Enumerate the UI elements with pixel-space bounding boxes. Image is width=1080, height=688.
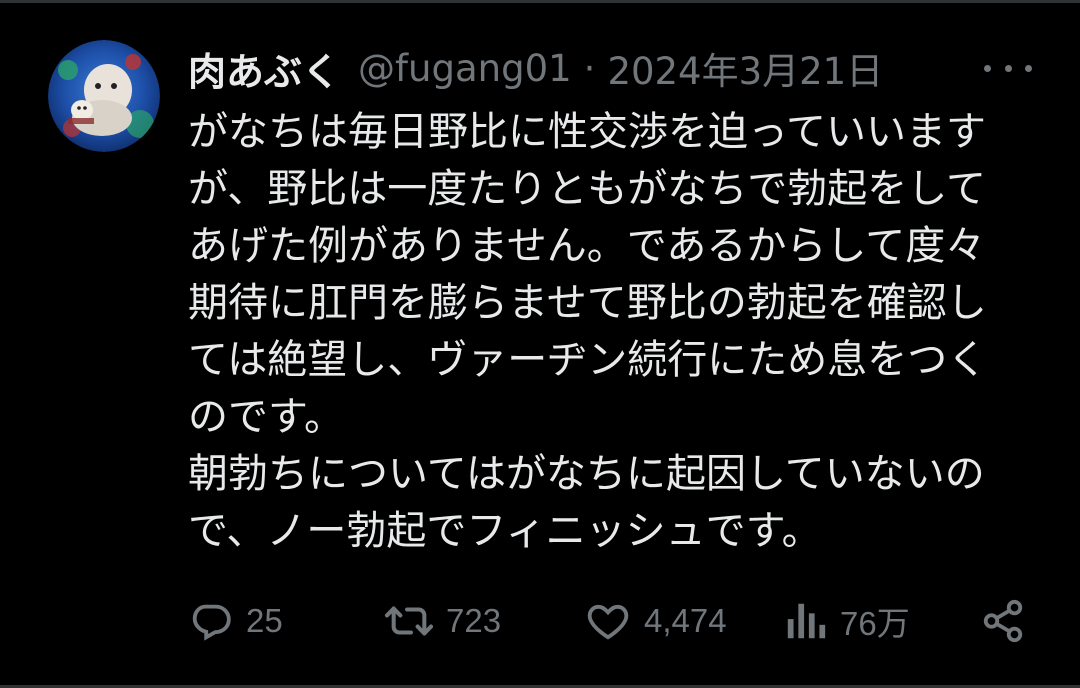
reply-button[interactable]: 25 xyxy=(188,596,283,646)
reply-icon xyxy=(188,598,234,644)
like-count: 4,474 xyxy=(644,602,727,639)
tweet-text-line: がなちは毎日野比に性交渉を迫っていいます xyxy=(188,109,986,155)
views-count: 76万 xyxy=(840,605,910,642)
tweet-header: 肉あぶく @fugang01 · 2024年3月21日 xyxy=(188,40,883,96)
views-icon xyxy=(784,598,828,644)
tweet-actions: 25 723 4,474 76万 xyxy=(188,596,1034,646)
like-button[interactable]: 4,474 xyxy=(584,596,727,646)
more-options-icon[interactable] xyxy=(984,52,1032,84)
tweet-text-line: ては絶望し、ヴァーヂン続行にため息をつく xyxy=(188,337,988,383)
retweet-count: 723 xyxy=(446,602,502,639)
reply-count: 25 xyxy=(246,602,283,639)
retweet-button[interactable]: 723 xyxy=(384,596,501,646)
tweet-text-line: 朝勃ちについてはがなちに起因していないの xyxy=(188,451,985,497)
tweet-text-line: のです。 xyxy=(188,394,344,440)
tweet-text-line: で、ノー勃起でフィニッシュです。 xyxy=(188,508,822,554)
display-name[interactable]: 肉あぶく xyxy=(188,41,340,96)
tweet-text-line: あげた例がありません。であるからして度々 xyxy=(188,223,986,269)
views-button[interactable]: 76万 xyxy=(784,596,910,646)
tweet-text-line: 期待に肛門を膨らませて野比の勃起を確認し xyxy=(188,280,987,326)
tweet-date[interactable]: 2024年3月21日 xyxy=(607,41,883,95)
share-button[interactable] xyxy=(980,596,1026,646)
tweet-text: がなちは毎日野比に性交渉を迫っていいます が、野比は一度たりともがなちで勃起をし… xyxy=(188,104,1048,560)
heart-icon xyxy=(584,598,632,644)
top-divider xyxy=(0,0,1080,3)
header-separator: · xyxy=(583,46,596,90)
tweet-text-line: が、野比は一度たりともがなちで勃起をして xyxy=(188,166,986,212)
retweet-icon xyxy=(384,598,434,644)
user-handle[interactable]: @fugang01 xyxy=(358,47,572,90)
avatar[interactable] xyxy=(48,40,160,152)
share-icon xyxy=(980,598,1026,644)
